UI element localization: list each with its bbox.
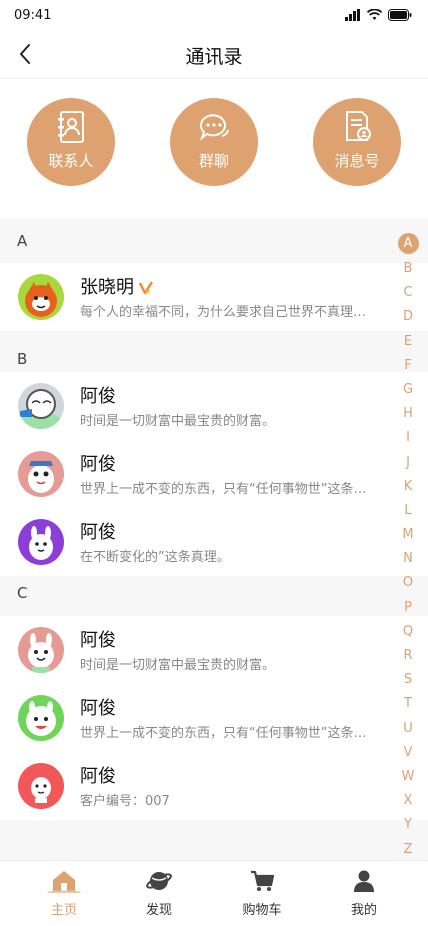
planet-icon (146, 872, 172, 890)
verified-badge-icon (138, 281, 154, 295)
section-letter: B (17, 350, 28, 368)
page-title: 通讯录 (185, 46, 243, 68)
index-letter-a[interactable]: A (397, 233, 419, 254)
home-icon (47, 871, 81, 893)
section-header-b: B (0, 331, 428, 372)
index-letter-f[interactable]: F (396, 354, 420, 378)
avatar (18, 383, 64, 429)
tab-home[interactable]: 主页 (24, 869, 104, 918)
index-letter-t[interactable]: T (396, 692, 420, 716)
alphabet-index[interactable]: ABCDEFGHIJKLMNOPQRSTUVWXYZ (396, 233, 420, 862)
cart-icon (251, 870, 275, 891)
contacts-book-icon (58, 111, 84, 143)
index-letter-v[interactable]: V (396, 741, 420, 765)
index-letter-b[interactable]: B (396, 257, 420, 281)
contact-signature: 每个人的幸福不同，为什么要求自己世界不真理… (80, 305, 367, 320)
avatar (18, 519, 64, 565)
index-letter-p[interactable]: P (396, 596, 420, 620)
group-chat-label: 群聊 (198, 152, 229, 170)
tab-cart[interactable]: 购物车 (222, 869, 302, 918)
index-letter-g[interactable]: G (396, 378, 420, 402)
tab-label: 我的 (350, 903, 377, 918)
tab-label: 发现 (145, 903, 172, 918)
contact-signature: 世界上一成不变的东西，只有“任何事物世”这条… (80, 726, 367, 741)
avatar (18, 695, 64, 741)
index-letter-o[interactable]: O (396, 571, 420, 595)
contacts-label: 联系人 (48, 152, 94, 170)
contact-name: 阿俊 (80, 522, 116, 543)
index-letter-c[interactable]: C (396, 281, 420, 305)
avatar (18, 763, 64, 809)
contact-signature: 客户编号：007 (80, 794, 170, 809)
tab-mine[interactable]: 我的 (324, 869, 404, 918)
message-account-icon (346, 111, 371, 141)
tab-label: 购物车 (242, 903, 282, 918)
contact-row[interactable]: 张晓明 每个人的幸福不同，为什么要求自己世界不真理… (0, 263, 428, 331)
index-letter-u[interactable]: U (396, 717, 420, 741)
message-account-label: 消息号 (334, 152, 380, 170)
index-letter-n[interactable]: N (396, 547, 420, 571)
index-letter-s[interactable]: S (396, 668, 420, 692)
status-icons (345, 9, 412, 21)
contact-signature: 时间是一切财富中最宝贵的财富。 (80, 658, 276, 673)
contact-row[interactable]: 阿俊 世界上一成不变的东西，只有“任何事物世”这条… (0, 684, 428, 752)
index-letter-x[interactable]: X (396, 789, 420, 813)
contact-row[interactable]: 阿俊 在不断变化的”这条真理。 (0, 508, 428, 576)
section-letter: C (17, 584, 28, 602)
chat-bubbles-icon (199, 114, 229, 141)
contact-name: 阿俊 (80, 630, 116, 651)
index-letter-k[interactable]: K (396, 475, 420, 499)
signal-icon (345, 9, 360, 21)
status-time: 09:41 (14, 8, 52, 23)
nav-bar: 通讯录 (0, 32, 428, 79)
quick-actions: 联系人 群聊 消息号 (0, 79, 428, 218)
status-bar: 09:41 (0, 0, 428, 32)
wifi-icon (367, 9, 382, 20)
contact-name: 阿俊 (80, 698, 116, 719)
index-letter-j[interactable]: J (396, 451, 420, 475)
contact-name: 张晓明 (80, 277, 134, 298)
contact-name: 阿俊 (80, 766, 116, 787)
contact-name: 阿俊 (80, 454, 116, 475)
contact-row[interactable]: 阿俊 时间是一切财富中最宝贵的财富。 (0, 616, 428, 684)
index-letter-r[interactable]: R (396, 644, 420, 668)
contact-name: 阿俊 (80, 386, 116, 407)
contact-signature: 在不断变化的”这条真理。 (80, 550, 230, 565)
user-icon (354, 870, 374, 892)
contact-row[interactable]: 阿俊 客户编号：007 (0, 752, 428, 820)
contact-signature: 时间是一切财富中最宝贵的财富。 (80, 414, 276, 429)
index-letter-i[interactable]: I (396, 426, 420, 450)
avatar (18, 627, 64, 673)
index-letter-z[interactable]: Z (396, 838, 420, 862)
index-letter-l[interactable]: L (396, 499, 420, 523)
avatar (18, 274, 64, 320)
group-chat-button[interactable]: 群聊 (170, 98, 258, 186)
index-letter-e[interactable]: E (396, 330, 420, 354)
contact-row[interactable]: 阿俊 时间是一切财富中最宝贵的财富。 (0, 372, 428, 440)
section-header-a: A (0, 219, 428, 263)
tab-discover[interactable]: 发现 (119, 869, 199, 918)
section-header-c: C (0, 576, 428, 616)
index-letter-q[interactable]: Q (396, 620, 420, 644)
contacts-button[interactable]: 联系人 (27, 98, 115, 186)
tab-label: 主页 (50, 903, 77, 918)
avatar (18, 451, 64, 497)
message-account-button[interactable]: 消息号 (313, 98, 401, 186)
index-letter-y[interactable]: Y (396, 813, 420, 837)
index-letter-w[interactable]: W (396, 765, 420, 789)
contact-signature: 世界上一成不变的东西，只有“任何事物世”这条… (80, 482, 367, 497)
tab-bar: 主页 发现 购物车 我的 (0, 860, 428, 926)
contact-row[interactable]: 阿俊 世界上一成不变的东西，只有“任何事物世”这条… (0, 440, 428, 508)
battery-icon (388, 9, 412, 21)
index-letter-h[interactable]: H (396, 402, 420, 426)
index-letter-m[interactable]: M (396, 523, 420, 547)
section-letter: A (17, 232, 28, 250)
index-letter-d[interactable]: D (396, 305, 420, 329)
